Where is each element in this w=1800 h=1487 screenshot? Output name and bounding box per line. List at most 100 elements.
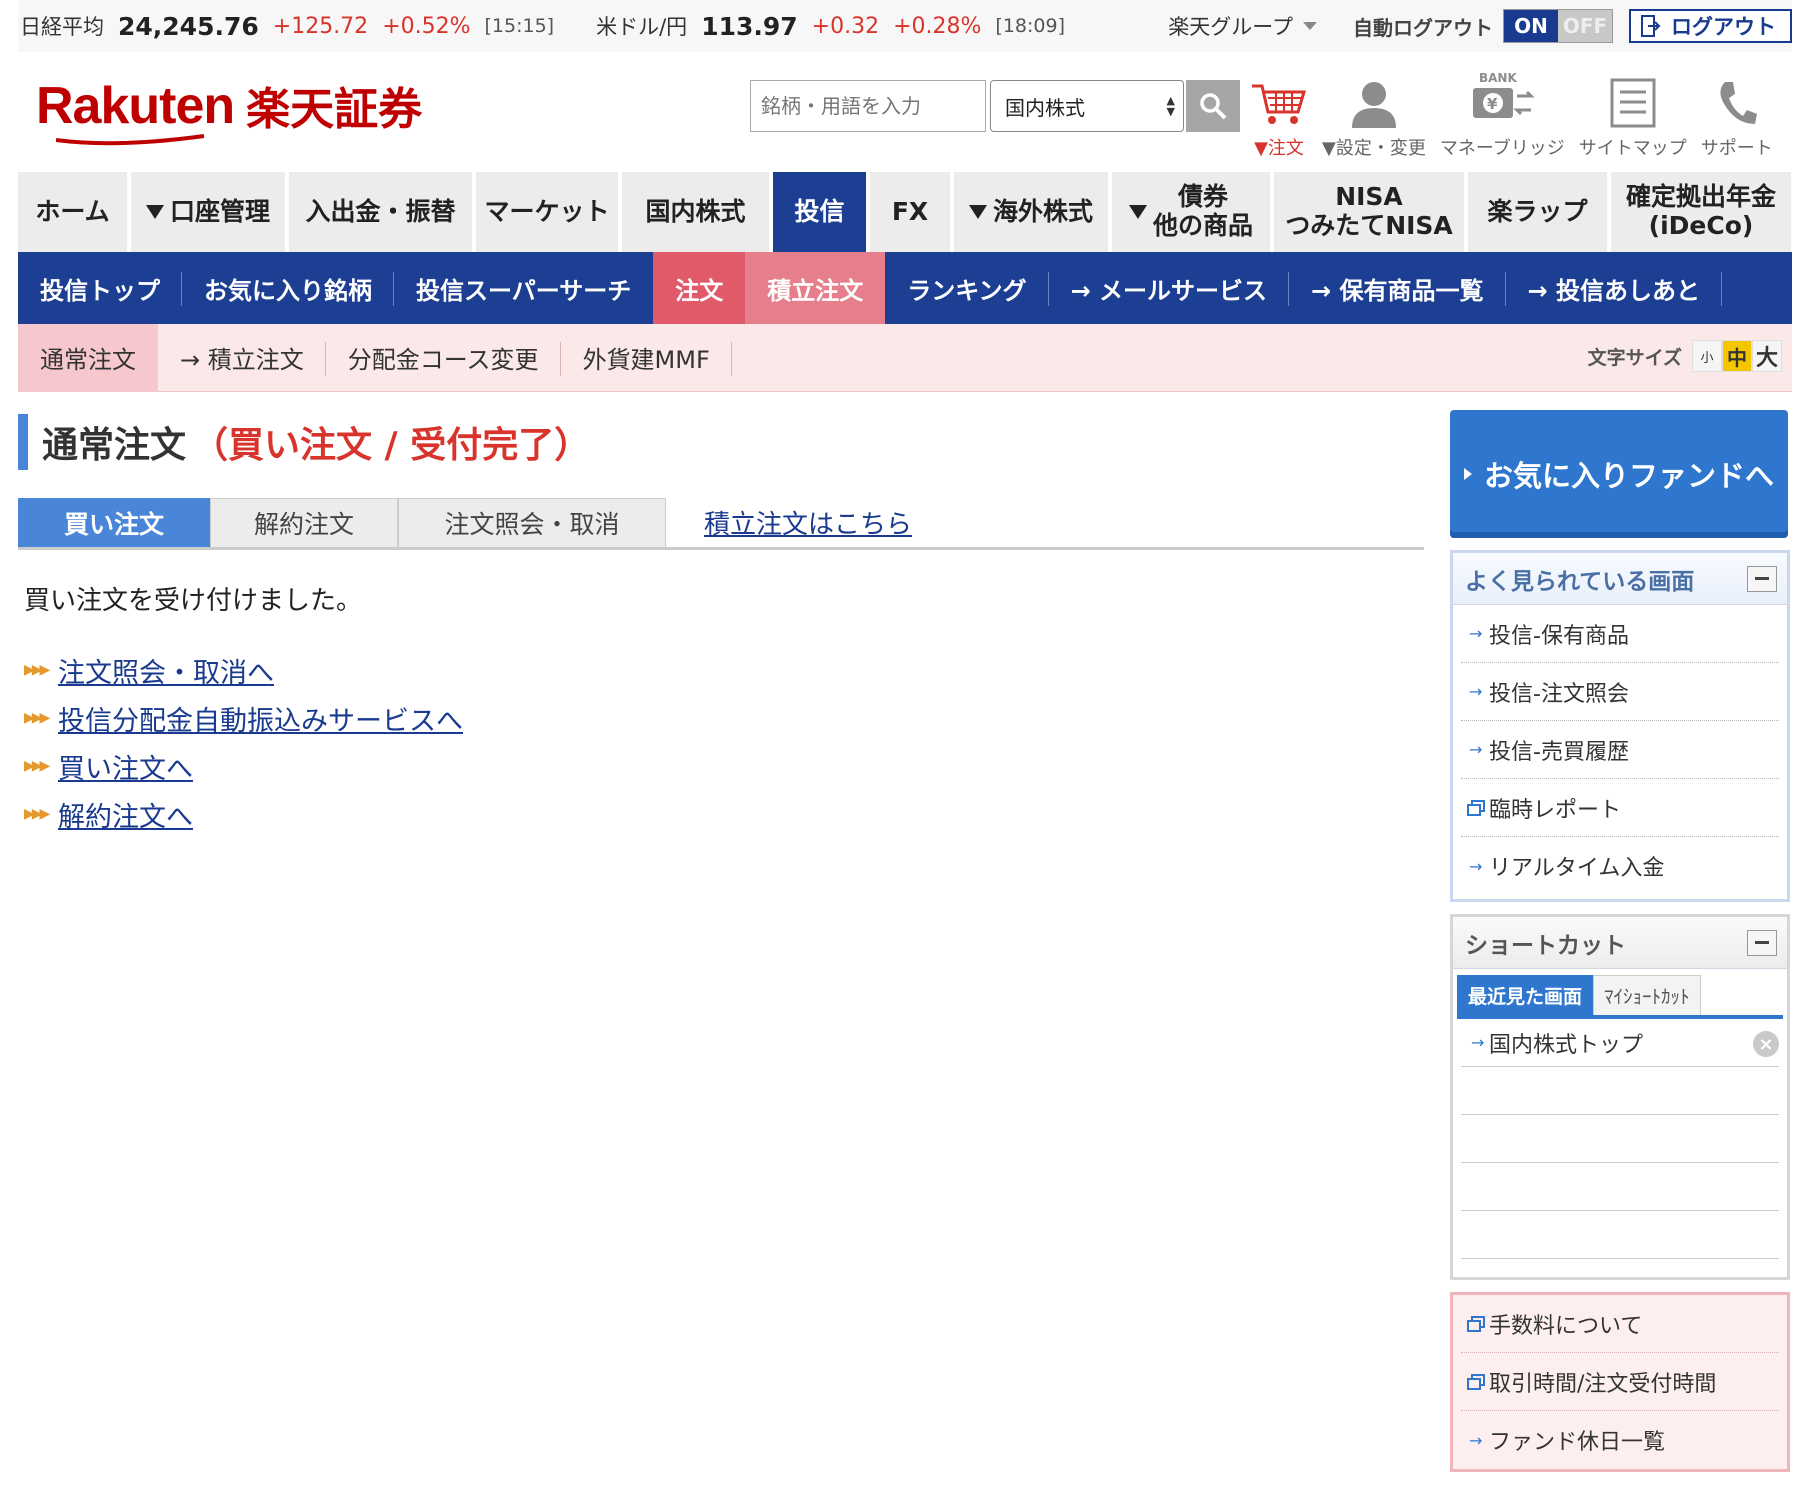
- subnav-reserve-order[interactable]: 積立注文: [745, 252, 886, 324]
- font-size-large-button[interactable]: 大: [1752, 340, 1782, 372]
- svg-text:¥: ¥: [1487, 95, 1498, 113]
- close-icon[interactable]: ×: [1753, 1031, 1779, 1057]
- shortcut-header: ショートカット: [1453, 917, 1787, 969]
- list-item[interactable]: → 投信-保有商品: [1461, 605, 1779, 663]
- nav-account[interactable]: 口座管理: [131, 172, 285, 252]
- sitemap-menu[interactable]: サイトマップ: [1579, 72, 1687, 160]
- nav-market-label: マーケット: [484, 196, 610, 226]
- collapse-button[interactable]: [1747, 565, 1777, 592]
- play-triangle-icon: [1464, 468, 1472, 480]
- frequent-pages-header: よく見られている画面: [1453, 553, 1787, 605]
- auto-logout-toggle[interactable]: ON OFF: [1503, 9, 1613, 43]
- main-nav: ホーム 口座管理 入出金・振替 マーケット 国内株式 投信 FX 海外株式 債券…: [18, 172, 1792, 252]
- toggle-on[interactable]: ON: [1504, 10, 1558, 42]
- arrow-right-icon: →: [1469, 856, 1483, 876]
- link-order-inquiry[interactable]: 注文照会・取消へ: [58, 651, 274, 690]
- nav-fx[interactable]: FX: [870, 172, 950, 252]
- order-menu[interactable]: ▼注文: [1250, 72, 1308, 160]
- subnav-favorites[interactable]: お気に入り銘柄: [182, 252, 394, 324]
- cart-icon: [1252, 84, 1307, 124]
- shortcut-tabs: 最近見た画面 ﾏｲｼｮｰﾄｶｯﾄ: [1457, 975, 1783, 1019]
- page-title-main: 通常注文: [42, 425, 187, 466]
- nav-foreign-stock[interactable]: 海外株式: [954, 172, 1108, 252]
- nav-home[interactable]: ホーム: [18, 172, 127, 252]
- frequent-pages-title: よく見られている画面: [1465, 568, 1695, 595]
- tab-my-shortcut[interactable]: ﾏｲｼｮｰﾄｶｯﾄ: [1593, 975, 1701, 1015]
- list-item[interactable]: 手数料について: [1461, 1295, 1779, 1353]
- list-item: ▶▶▶ 解約注文へ: [24, 790, 463, 838]
- logout-label: ログアウト: [1671, 15, 1776, 39]
- info-item-label: 取引時間/注文受付時間: [1489, 1371, 1717, 1397]
- rakuten-logo[interactable]: Rakuten 楽天証券: [36, 80, 422, 146]
- nav-bonds[interactable]: 債券 他の商品: [1112, 172, 1270, 252]
- tab-cancel-order[interactable]: 解約注文: [210, 498, 398, 547]
- font-size-small-button[interactable]: 小: [1692, 340, 1722, 372]
- nav-nisa-line1: NISA: [1335, 182, 1403, 212]
- link-cancel-order[interactable]: 解約注文へ: [58, 795, 193, 834]
- settings-menu[interactable]: ▼設定・変更: [1322, 72, 1426, 160]
- usdjpy-time: [18:09]: [995, 15, 1066, 37]
- nav-nisa[interactable]: NISA つみたてNISA: [1274, 172, 1464, 252]
- list-item[interactable]: → 投信-売買履歴: [1461, 721, 1779, 779]
- rakuten-group-dropdown[interactable]: 楽天グループ: [1168, 11, 1317, 41]
- list-item[interactable]: → 国内株式トップ ×: [1461, 1019, 1779, 1067]
- reserve-order-link[interactable]: 積立注文はこちら: [704, 498, 912, 547]
- support-menu[interactable]: サポート: [1701, 72, 1773, 160]
- collapse-button[interactable]: [1747, 929, 1777, 956]
- logout-button[interactable]: ログアウト: [1629, 9, 1792, 43]
- nav-deposit[interactable]: 入出金・振替: [289, 172, 472, 252]
- favorite-funds-button[interactable]: お気に入りファンドへ: [1450, 410, 1788, 538]
- tab-order-inquiry[interactable]: 注文照会・取消: [398, 498, 666, 547]
- link-buy-order[interactable]: 買い注文へ: [58, 747, 193, 786]
- minus-icon: [1755, 577, 1769, 580]
- link-dividend-transfer[interactable]: 投信分配金自動振込みサービスへ: [58, 699, 463, 738]
- list-item[interactable]: → ファンド休日一覧: [1461, 1411, 1779, 1469]
- dropdown-triangle-icon: [968, 205, 987, 219]
- settings-label: ▼設定・変更: [1322, 138, 1426, 159]
- nav-ideco-line2: (iDeCo): [1648, 211, 1754, 240]
- order-tabs: 買い注文 解約注文 注文照会・取消 積立注文はこちら: [18, 498, 1424, 550]
- ternav-dividend-course[interactable]: 分配金コース変更: [326, 324, 561, 392]
- list-item[interactable]: → 投信-注文照会: [1461, 663, 1779, 721]
- ternav-normal-order[interactable]: 通常注文: [18, 323, 158, 392]
- tab-recent[interactable]: 最近見た画面: [1457, 975, 1594, 1015]
- nav-rakuwrap[interactable]: 楽ラップ: [1468, 172, 1607, 252]
- arrow-right-icon: →: [1469, 682, 1483, 701]
- usdjpy-ticker: 米ドル/円 113.97 +0.32 +0.28% [18:09]: [594, 11, 1065, 41]
- select-arrows-icon: ▲ ▼: [1166, 94, 1175, 118]
- subnav-ranking[interactable]: ランキング: [885, 252, 1049, 324]
- ternav-foreign-mmf[interactable]: 外貨建MMF: [561, 324, 733, 392]
- list-item[interactable]: 取引時間/注文受付時間: [1461, 1353, 1779, 1411]
- list-item[interactable]: 臨時レポート: [1461, 779, 1779, 837]
- tab-buy-order[interactable]: 買い注文: [18, 498, 210, 547]
- subnav-mail-service[interactable]: → メールサービス: [1049, 252, 1290, 324]
- nav-market[interactable]: マーケット: [476, 172, 618, 252]
- money-bridge-menu[interactable]: BANK ¥ マネーブリッジ: [1440, 72, 1565, 160]
- list-item[interactable]: → リアルタイム入金: [1461, 837, 1779, 895]
- subnav-funds-top[interactable]: 投信トップ: [18, 252, 182, 324]
- search-input[interactable]: [750, 80, 986, 132]
- nav-funds[interactable]: 投信: [773, 172, 866, 252]
- subnav-order[interactable]: 注文: [653, 252, 746, 324]
- font-size-medium-button[interactable]: 中: [1722, 340, 1752, 372]
- nav-ideco[interactable]: 確定拠出年金 (iDeCo): [1611, 172, 1791, 252]
- nikkei-value: 24,245.76: [118, 11, 259, 41]
- search-button[interactable]: [1186, 80, 1240, 132]
- triple-arrow-icon: ▶▶▶: [24, 758, 50, 774]
- list-item-empty: [1461, 1067, 1779, 1115]
- nikkei-change: +125.72: [272, 13, 369, 39]
- nav-domestic-stock[interactable]: 国内株式: [622, 172, 769, 252]
- subnav-super-search[interactable]: 投信スーパーサーチ: [394, 252, 653, 324]
- logo-swoosh-icon: [56, 134, 205, 146]
- list-item-empty: [1461, 1163, 1779, 1211]
- frequent-item-label: 投信-注文照会: [1489, 681, 1629, 707]
- support-label: サポート: [1700, 138, 1773, 159]
- subnav-holdings[interactable]: → 保有商品一覧: [1289, 252, 1506, 324]
- toggle-off[interactable]: OFF: [1558, 10, 1612, 42]
- search-icon: [1200, 93, 1227, 120]
- phone-icon: [1720, 82, 1757, 124]
- money-bridge-label: マネーブリッジ: [1439, 138, 1565, 159]
- subnav-history[interactable]: → 投信あしあと: [1506, 252, 1723, 324]
- search-scope-select[interactable]: 国内株式 ▲ ▼: [990, 80, 1184, 132]
- ternav-reserve-order[interactable]: → 積立注文: [158, 324, 326, 392]
